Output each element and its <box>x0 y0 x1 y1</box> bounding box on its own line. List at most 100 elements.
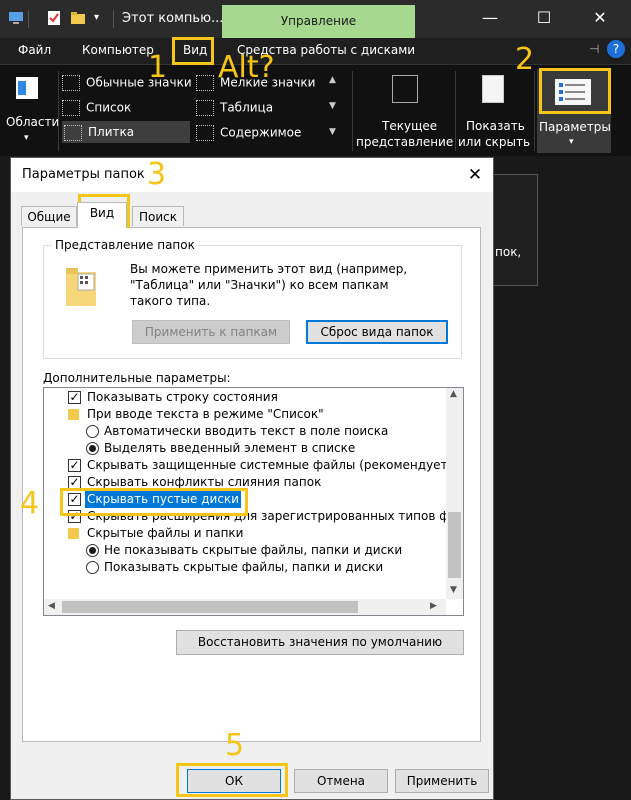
radio[interactable] <box>86 544 99 557</box>
help-icon[interactable]: ? <box>607 40 625 58</box>
layout-normal-icons-label: Обычные значки <box>86 75 192 90</box>
layout-tiles[interactable]: Плитка <box>62 121 190 143</box>
window-title: Этот компью... <box>122 11 224 26</box>
annotation-box-ok <box>176 763 288 797</box>
tree-row-label: При вводе текста в режиме "Список" <box>87 407 324 421</box>
contextual-tab-manage[interactable]: Управление <box>222 5 415 38</box>
tree-row-label: Не показывать скрытые файлы, папки и дис… <box>104 543 403 557</box>
tree-row-label: Скрывать защищенные системные файлы (рек… <box>87 458 464 472</box>
tab-search[interactable]: Поиск <box>132 206 184 226</box>
current-view-button[interactable]: Текущее представление <box>356 69 454 153</box>
dialog-title: Параметры папок <box>22 167 145 182</box>
collapse-ribbon-icon[interactable]: ⊣ <box>589 42 599 56</box>
horizontal-scrollbar[interactable]: ◀ ▶ <box>44 599 446 615</box>
tab-view-dialog[interactable]: Вид <box>77 202 127 228</box>
ribbon-tabs: Файл Компьютер Вид Средства работы с дис… <box>0 38 631 64</box>
folder-icon <box>68 528 79 539</box>
tab-general[interactable]: Общие <box>21 206 77 226</box>
show-hide-icon <box>482 75 504 103</box>
folder-icon <box>66 266 100 308</box>
close-icon[interactable]: ✕ <box>590 8 610 28</box>
dropdown-icon[interactable]: ▾ <box>94 12 99 23</box>
vertical-scrollbar[interactable]: ▲ ▼ <box>446 388 463 599</box>
folder-icon[interactable] <box>70 10 86 26</box>
ribbon-separator-3 <box>455 71 456 151</box>
current-view-label-2: представление <box>356 135 454 149</box>
layout-content[interactable]: Содержимое <box>196 125 301 141</box>
current-view-icon <box>392 75 418 103</box>
annotation-step-4: 4 <box>20 486 40 521</box>
checkbox[interactable]: ✓ <box>68 391 81 404</box>
qat-separator <box>28 10 29 28</box>
options-label: Параметры <box>539 120 611 134</box>
checklist-icon[interactable] <box>46 10 62 26</box>
folder-views-group: Представление папок Вы можете применить … <box>43 238 462 359</box>
scroll-left-icon[interactable]: ◀ <box>48 601 55 611</box>
annotation-step-3: 3 <box>147 157 167 192</box>
show-hide-button[interactable]: Показать или скрыть <box>458 69 532 153</box>
tiles-icon <box>64 124 82 141</box>
areas-dropdown-icon: ▾ <box>24 133 29 143</box>
scroll-thumb[interactable] <box>448 512 461 578</box>
annotation-step-5: 5 <box>225 728 245 763</box>
folder-icon <box>68 409 79 420</box>
layout-table[interactable]: Таблица <box>196 100 273 116</box>
areas-button[interactable]: Области ▾ <box>4 69 59 153</box>
radio[interactable] <box>86 561 99 574</box>
annotation-box-view-tab <box>172 37 214 65</box>
advanced-label: Дополнительные параметры: <box>43 371 231 385</box>
computer-icon[interactable] <box>8 10 24 26</box>
ribbon-separator-4 <box>534 71 535 151</box>
explorer-titlebar: ▾ Этот компью... Управление — ☐ ✕ <box>0 0 631 38</box>
close-icon[interactable]: ✕ <box>463 163 487 187</box>
reset-folders-button[interactable]: Сброс вида папок <box>306 320 448 344</box>
layout-normal-icons[interactable]: Обычные значки <box>62 75 192 91</box>
layout-tiles-label: Плитка <box>88 125 135 139</box>
minimize-icon[interactable]: — <box>480 8 500 28</box>
dialog-titlebar: Параметры папок ✕ <box>11 158 493 192</box>
annotation-box-options <box>539 68 611 114</box>
apply-button[interactable]: Применить <box>395 769 489 793</box>
content-icon <box>196 125 214 141</box>
annotation-step-2: 2 <box>515 42 535 77</box>
annotation-alt: Alt? <box>218 50 275 85</box>
grid-icon <box>62 75 80 91</box>
folder-views-desc-3: такого типа. <box>130 294 211 308</box>
radio[interactable] <box>86 442 99 455</box>
show-hide-label-1: Показать <box>466 119 525 133</box>
ribbon-separator-2 <box>352 71 353 151</box>
layout-list-label: Список <box>86 100 132 115</box>
areas-label: Области <box>6 115 60 129</box>
tree-row-label: Скрытые файлы и папки <box>87 526 244 540</box>
maximize-icon[interactable]: ☐ <box>534 8 554 28</box>
restore-defaults-button[interactable]: Восстановить значения по умолчанию <box>176 630 464 655</box>
radio[interactable] <box>86 425 99 438</box>
current-view-label-1: Текущее <box>382 119 438 133</box>
apply-to-folders-button[interactable]: Применить к папкам <box>132 320 290 344</box>
folder-views-desc-2: "Таблица" или "Значки") ко всем папкам <box>130 278 389 292</box>
layout-table-label: Таблица <box>220 100 274 115</box>
tree-row-label: Автоматически вводить текст в поле поиск… <box>104 424 389 438</box>
tree-row-label: Показывать скрытые файлы, папки и диски <box>104 560 384 574</box>
show-hide-label-2: или скрыть <box>458 135 531 149</box>
layout-gallery: Обычные значки Мелкие значки Список Табл… <box>62 71 328 143</box>
hscroll-thumb[interactable] <box>62 601 358 613</box>
cancel-button[interactable]: Отмена <box>294 769 388 793</box>
tab-file[interactable]: Файл <box>0 38 64 64</box>
tab-computer[interactable]: Компьютер <box>82 43 154 57</box>
list-icon <box>62 100 80 116</box>
checkbox[interactable]: ✓ <box>68 459 81 472</box>
tree-row-label: Показывать строку состояния <box>87 390 278 404</box>
scroll-down-icon[interactable]: ▼ <box>450 585 457 595</box>
scroll-up-icon[interactable]: ▲ <box>450 389 457 399</box>
scroll-right-icon[interactable]: ▶ <box>430 601 437 611</box>
title-separator <box>113 10 114 28</box>
options-dropdown-icon: ▾ <box>569 137 574 147</box>
gallery-scroll[interactable]: ▲ ▼ ▼ <box>327 71 341 143</box>
layout-list[interactable]: Список <box>62 100 131 116</box>
small-grid-icon <box>196 75 214 91</box>
folder-views-desc-1: Вы можете применить этот вид (например, <box>130 262 408 276</box>
annotation-step-1: 1 <box>148 50 168 85</box>
folder-views-title: Представление папок <box>52 238 198 252</box>
layout-content-label: Содержимое <box>220 125 302 140</box>
